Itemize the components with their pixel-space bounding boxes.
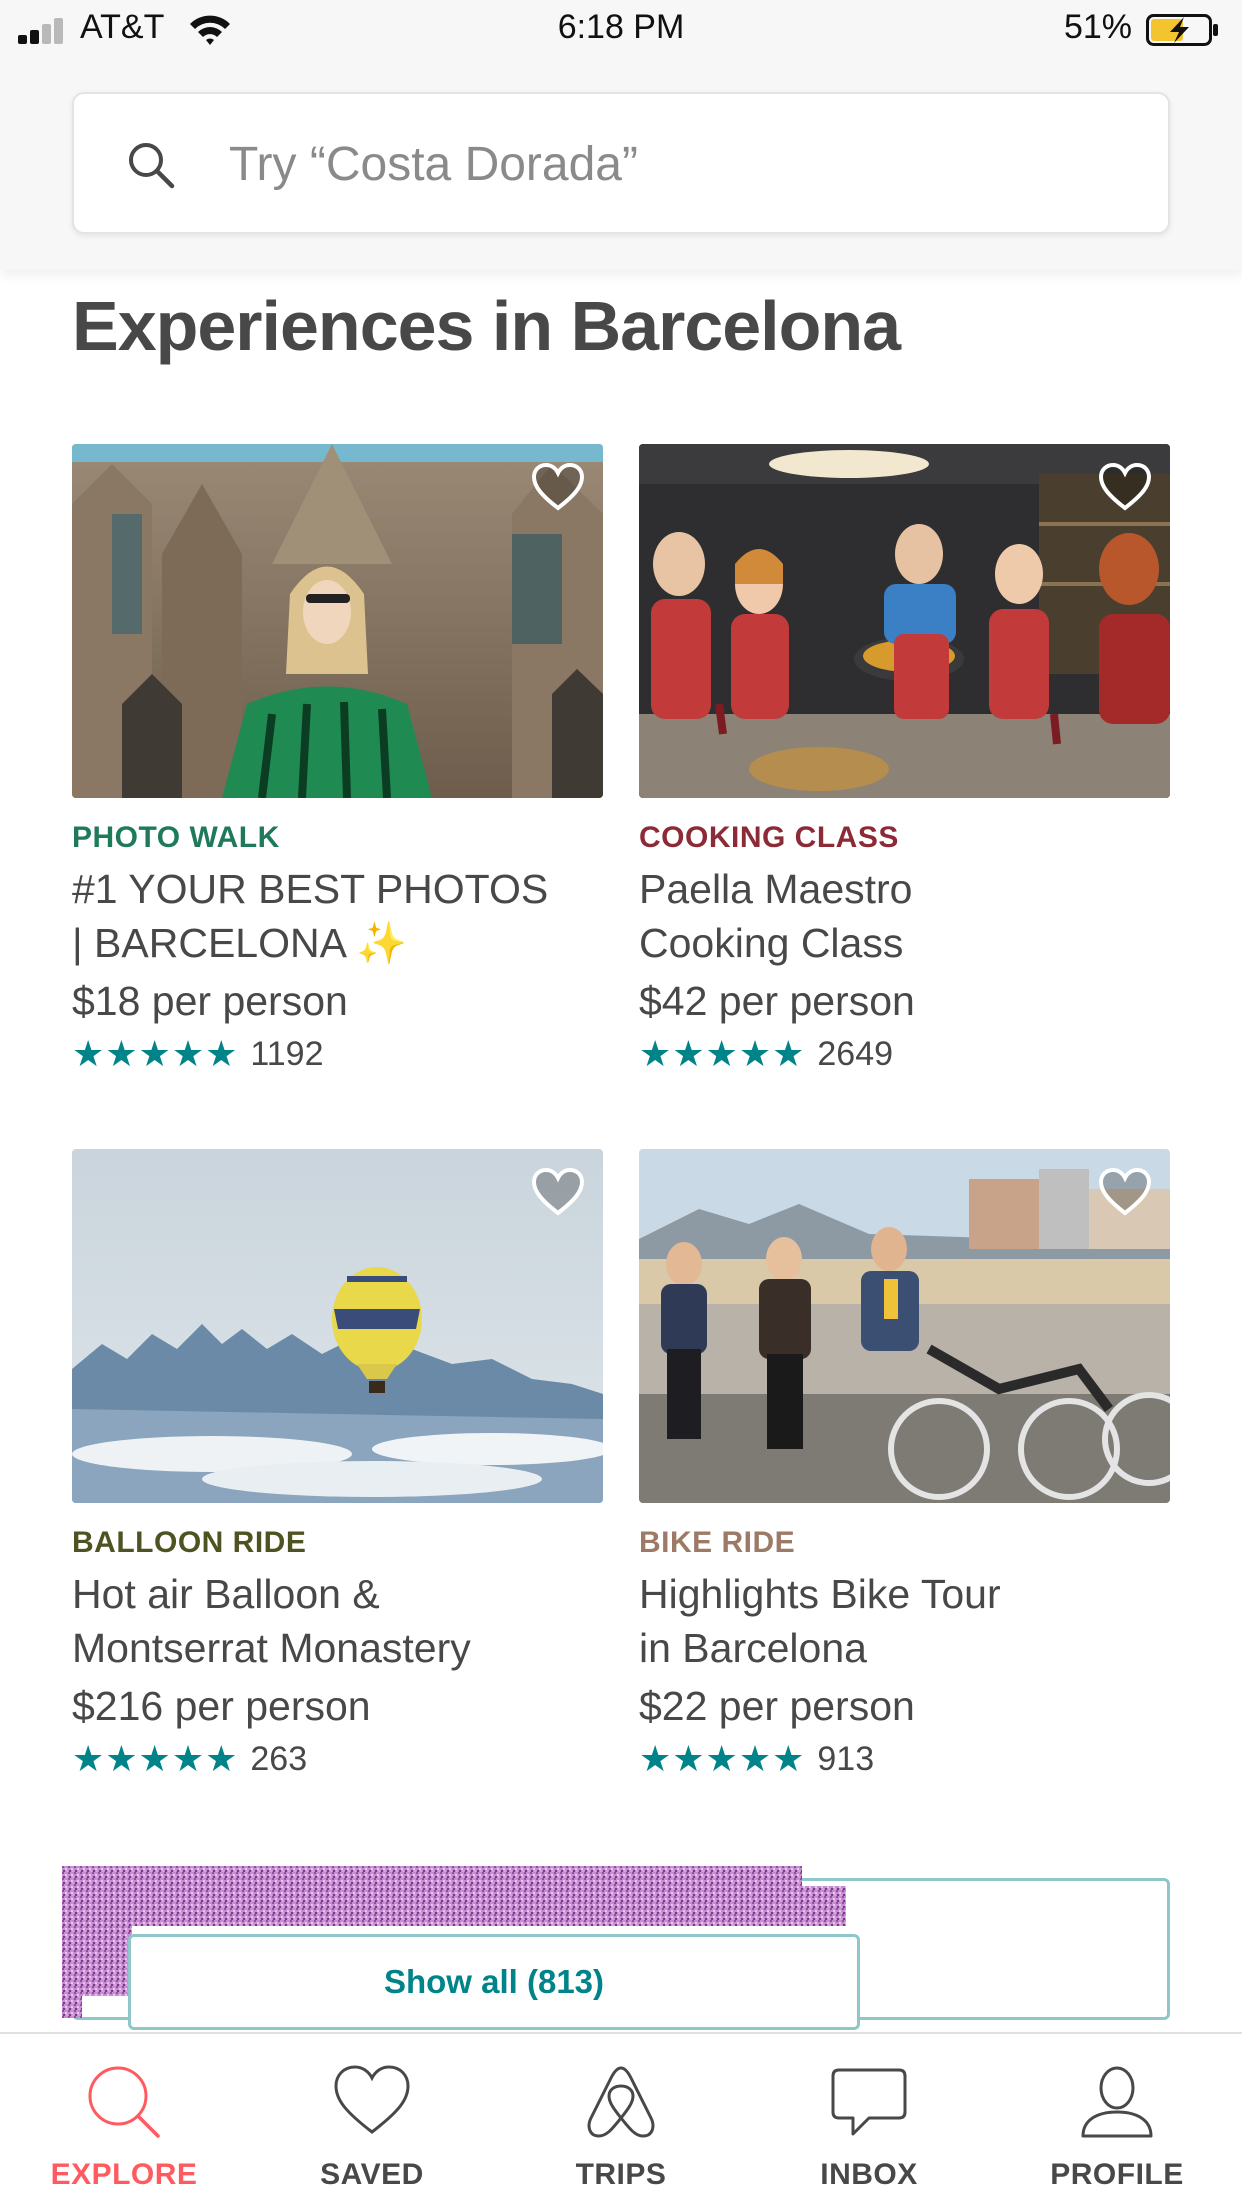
experience-rating: ★★★★★ 1192 [72, 1032, 603, 1076]
hot-air-balloon-photo [72, 1149, 603, 1503]
star-rating-icon: ★★★★★ [639, 1033, 806, 1074]
experience-card[interactable]: COOKING CLASS Paella Maestro Cooking Cla… [639, 444, 1170, 1076]
cathedral-photo [72, 444, 603, 798]
experience-card[interactable]: BALLOON RIDE Hot air Balloon & Montserra… [72, 1149, 603, 1781]
airbnb-logo-icon [587, 2066, 655, 2138]
tab-label: EXPLORE [50, 2158, 198, 2191]
experience-card[interactable]: PHOTO WALK #1 YOUR BEST PHOTOS | BARCELO… [72, 444, 603, 1076]
experience-title[interactable]: Hot air Balloon & Montserrat Monastery [72, 1567, 603, 1675]
review-count: 263 [250, 1739, 308, 1778]
star-rating-icon: ★★★★★ [72, 1033, 239, 1074]
experience-title-line: in Barcelona [639, 1625, 867, 1671]
experience-rating: ★★★★★ 263 [72, 1737, 603, 1781]
search-header [0, 60, 1242, 270]
experience-title-line: Highlights Bike Tour [639, 1571, 1001, 1617]
chat-bubble-icon [831, 2068, 907, 2136]
tab-saved[interactable]: SAVED [272, 2062, 472, 2202]
tab-label: PROFILE [1050, 2158, 1184, 2191]
tab-inbox[interactable]: INBOX [769, 2062, 969, 2202]
search-icon [129, 143, 175, 189]
heart-icon [334, 2065, 410, 2134]
tab-label: INBOX [820, 2158, 918, 2191]
tab-label: TRIPS [575, 2158, 667, 2191]
review-count: 2649 [817, 1034, 894, 1073]
experience-price: $42 per person [639, 978, 915, 1024]
experience-category: PHOTO WALK [72, 821, 280, 854]
save-heart-icon[interactable] [1098, 1167, 1152, 1217]
search-input[interactable] [229, 122, 1109, 206]
experience-photo[interactable] [639, 444, 1170, 798]
battery-percentage: 51% [1063, 8, 1132, 46]
bottom-tab-bar: EXPLORE SAVED TRIPS INBOX PROFILE [0, 2032, 1242, 2208]
review-count: 913 [817, 1739, 875, 1778]
experience-price: $216 per person [72, 1683, 371, 1729]
tab-trips[interactable]: TRIPS [521, 2062, 721, 2202]
experience-photo[interactable] [639, 1149, 1170, 1503]
experience-photo[interactable] [72, 1149, 603, 1503]
save-heart-icon[interactable] [531, 462, 585, 512]
experience-title[interactable]: Highlights Bike Tour in Barcelona [639, 1567, 1170, 1675]
experience-title-line: Paella Maestro [639, 866, 913, 912]
experience-category: COOKING CLASS [639, 821, 899, 854]
experience-title-line: Cooking Class [639, 920, 904, 966]
tab-label: SAVED [320, 2158, 424, 2191]
experience-title-line: | BARCELONA ✨ [72, 920, 408, 966]
status-bar: AT&T 6:18 PM 51% [0, 0, 1242, 60]
search-icon [88, 2066, 160, 2138]
search-bar[interactable] [72, 92, 1170, 234]
experience-price: $22 per person [639, 1683, 915, 1729]
experience-price: $18 per person [72, 978, 348, 1024]
experience-card[interactable]: BIKE RIDE Highlights Bike Tour in Barcel… [639, 1149, 1170, 1781]
tab-profile[interactable]: PROFILE [1017, 2062, 1217, 2202]
person-icon [1081, 2066, 1153, 2138]
save-heart-icon[interactable] [531, 1167, 585, 1217]
experience-category: BALLOON RIDE [72, 1526, 307, 1559]
review-count: 1192 [250, 1034, 324, 1073]
experience-category: BIKE RIDE [639, 1526, 796, 1559]
experience-title-line: Hot air Balloon & [72, 1571, 380, 1617]
star-rating-icon: ★★★★★ [72, 1738, 239, 1779]
cooking-class-photo [639, 444, 1170, 798]
experience-rating: ★★★★★ 913 [639, 1737, 1170, 1781]
experience-title-line: Montserrat Monastery [72, 1625, 471, 1671]
experience-title-line: #1 YOUR BEST PHOTOS [72, 866, 549, 912]
bike-tour-photo [639, 1149, 1170, 1503]
save-heart-icon[interactable] [1098, 462, 1152, 512]
star-rating-icon: ★★★★★ [639, 1738, 806, 1779]
show-all-button[interactable]: Show all (813) [128, 1934, 860, 2030]
experience-title[interactable]: #1 YOUR BEST PHOTOS | BARCELONA ✨ [72, 862, 603, 970]
tab-explore[interactable]: EXPLORE [24, 2062, 224, 2202]
experience-photo[interactable] [72, 444, 603, 798]
experience-title[interactable]: Paella Maestro Cooking Class [639, 862, 1170, 970]
section-title: Experiences in Barcelona [72, 287, 901, 365]
clock: 6:18 PM [557, 8, 685, 46]
battery-charging-icon [1146, 14, 1218, 46]
experience-rating: ★★★★★ 2649 [639, 1032, 1170, 1076]
